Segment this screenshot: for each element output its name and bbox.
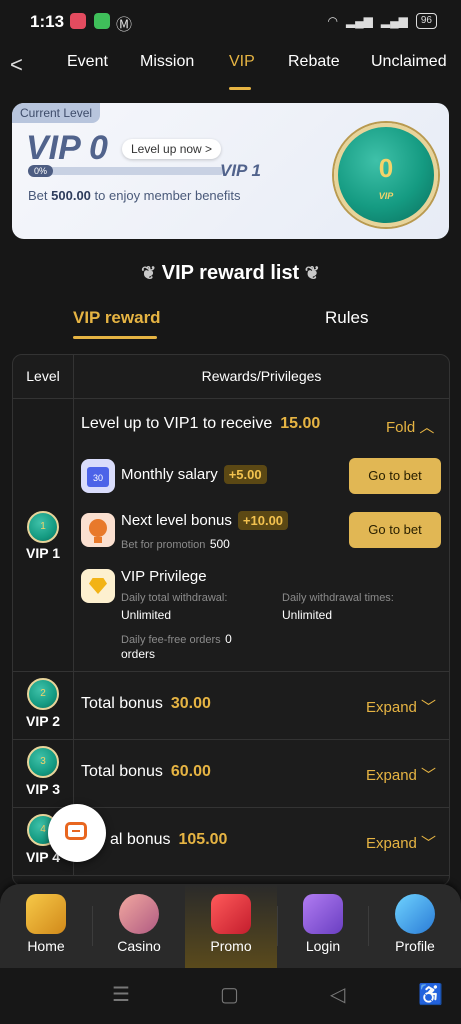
- go-to-bet-button[interactable]: Go to bet: [349, 512, 441, 548]
- fold-button[interactable]: Fold ︿: [386, 416, 434, 437]
- nav-profile[interactable]: Profile: [369, 884, 461, 968]
- expand-button[interactable]: Expand ﹀: [366, 696, 436, 717]
- level-cell: 1 VIP 1: [13, 399, 74, 671]
- expand-button[interactable]: Expand ﹀: [366, 832, 436, 853]
- orders-label: orders: [121, 647, 156, 661]
- total-bonus: Total bonus 30.00: [81, 695, 211, 712]
- tab-rebate[interactable]: Rebate: [288, 53, 340, 71]
- profile-icon: [395, 894, 435, 934]
- calendar-icon: 30: [81, 459, 115, 493]
- system-nav-bar: ☰ ▢ ◁ ♿: [0, 968, 461, 1024]
- chevron-down-icon: ﹀: [421, 699, 437, 716]
- table-row-vip2: 2 VIP 2 Total bonus 30.00 Expand ﹀: [13, 672, 449, 740]
- menu-icon[interactable]: ☰: [112, 982, 130, 1007]
- chat-button[interactable]: [48, 804, 106, 862]
- table-header: Level Rewards/Privileges: [13, 355, 449, 399]
- notification-app-icon: [70, 13, 86, 29]
- daily-total-withdrawal-label: Daily total withdrawal:: [121, 592, 228, 604]
- total-bonus: Total bonus 60.00: [81, 763, 211, 780]
- tab-vip[interactable]: VIP: [229, 53, 255, 71]
- vip-level-card: Current Level VIP 0 Level up now > 0% VI…: [12, 103, 449, 239]
- status-bar: 1:13 Ⓜ ◠ ▂▄▆ ▂▄▆ 96: [0, 0, 461, 44]
- back-icon[interactable]: <: [10, 52, 23, 78]
- signal-icon: ▂▄▆: [380, 14, 408, 28]
- level-label: VIP 2: [26, 713, 60, 729]
- current-level-label: Current Level: [12, 103, 101, 123]
- trophy-icon: [81, 513, 115, 547]
- tab-underline: [229, 87, 251, 90]
- level-cell: 2 VIP 2: [13, 672, 74, 739]
- tab-rules[interactable]: Rules: [325, 308, 368, 328]
- nav-promo[interactable]: Promo: [185, 884, 277, 968]
- progress-percent: 0%: [28, 165, 54, 177]
- tab-event[interactable]: Event: [67, 53, 108, 71]
- chevron-up-icon: ︿: [419, 419, 435, 436]
- home-icon[interactable]: ▢: [220, 982, 239, 1007]
- bet-for-promotion: Bet for promotion 500: [121, 537, 230, 551]
- battery-icon: 96: [415, 13, 437, 29]
- wifi-icon: ◠: [327, 14, 338, 28]
- subtab-underline: [73, 336, 157, 339]
- medal-level: 0: [378, 153, 394, 183]
- progress-bar: [28, 167, 224, 175]
- go-to-bet-button[interactable]: Go to bet: [349, 458, 441, 494]
- next-level-bonus: Next level bonus +10.00: [121, 511, 289, 530]
- bottom-nav: Home Casino Promo Login Profile: [0, 884, 461, 968]
- table-row-vip1: 1 VIP 1 Level up to VIP1 to receive 15.00…: [13, 399, 449, 672]
- col-rewards: Rewards/Privileges: [201, 368, 322, 384]
- notification-app-icon: [94, 13, 110, 29]
- diamond-icon: [81, 569, 115, 603]
- next-vip-level: VIP 1: [220, 161, 261, 180]
- laurel-icon: ❦: [304, 263, 320, 283]
- table-row-vip3: 3 VIP 3 Total bonus 60.00 Expand ﹀: [13, 740, 449, 808]
- gift-icon: [211, 894, 251, 934]
- nav-casino[interactable]: Casino: [93, 884, 185, 968]
- casino-dealer-icon: [119, 894, 159, 934]
- medal-text: VIP: [378, 191, 394, 201]
- vip-badge-icon: 2: [27, 678, 59, 710]
- nav-home[interactable]: Home: [0, 884, 92, 968]
- daily-total-withdrawal-value: Unlimited: [121, 608, 172, 622]
- status-time: 1:13: [30, 12, 65, 31]
- tab-unclaimed[interactable]: Unclaimed: [371, 53, 447, 71]
- daily-withdrawal-times-label: Daily withdrawal times:: [282, 592, 394, 604]
- monthly-salary: Monthly salary +5.00: [121, 465, 267, 484]
- slot-777-icon: [26, 894, 66, 934]
- receive-text: Level up to VIP1 to receive 15.00: [81, 415, 321, 432]
- level-up-button[interactable]: Level up now >: [122, 139, 222, 159]
- chat-icon: [65, 822, 87, 840]
- col-level: Level: [13, 355, 74, 398]
- monthly-salary-amount: +5.00: [223, 465, 267, 484]
- vip-badge-icon: 3: [27, 746, 59, 778]
- mail-icon: Ⓜ: [116, 17, 133, 34]
- signal-icon: ▂▄▆: [345, 14, 373, 28]
- vip-badge-icon: 1: [27, 511, 59, 543]
- vip-privilege-title: VIP Privilege: [121, 568, 207, 585]
- reward-list-title: ❦ VIP reward list ❦: [141, 262, 320, 284]
- current-vip-level: VIP 0: [26, 129, 108, 167]
- nav-login[interactable]: Login: [277, 884, 369, 968]
- daily-fee-free-orders: Daily fee-free orders 0: [121, 632, 232, 646]
- accessibility-icon[interactable]: ♿: [418, 982, 443, 1007]
- chevron-down-icon: ﹀: [421, 835, 437, 852]
- level-label: VIP 3: [26, 781, 60, 797]
- back-nav-icon[interactable]: ◁: [330, 982, 345, 1007]
- expand-button[interactable]: Expand ﹀: [366, 764, 436, 785]
- level-label: VIP 1: [26, 545, 60, 561]
- laurel-icon: ❦: [141, 263, 157, 283]
- next-level-bonus-amount: +10.00: [237, 511, 289, 530]
- bet-requirement: Bet 500.00 to enjoy member benefits: [28, 188, 241, 203]
- tab-mission[interactable]: Mission: [140, 53, 194, 71]
- lock-icon: [303, 894, 343, 934]
- daily-withdrawal-times-value: Unlimited: [282, 608, 333, 622]
- vip-medal-icon: 0 VIP: [334, 123, 438, 227]
- top-nav: < Event Mission VIP Rebate Unclaimed: [0, 44, 461, 92]
- level-cell: 3 VIP 3: [13, 740, 74, 807]
- total-bonus: al bonus 105.00: [110, 831, 228, 848]
- tab-vip-reward[interactable]: VIP reward: [73, 308, 161, 328]
- chevron-down-icon: ﹀: [421, 767, 437, 784]
- status-right: ◠ ▂▄▆ ▂▄▆ 96: [327, 13, 437, 29]
